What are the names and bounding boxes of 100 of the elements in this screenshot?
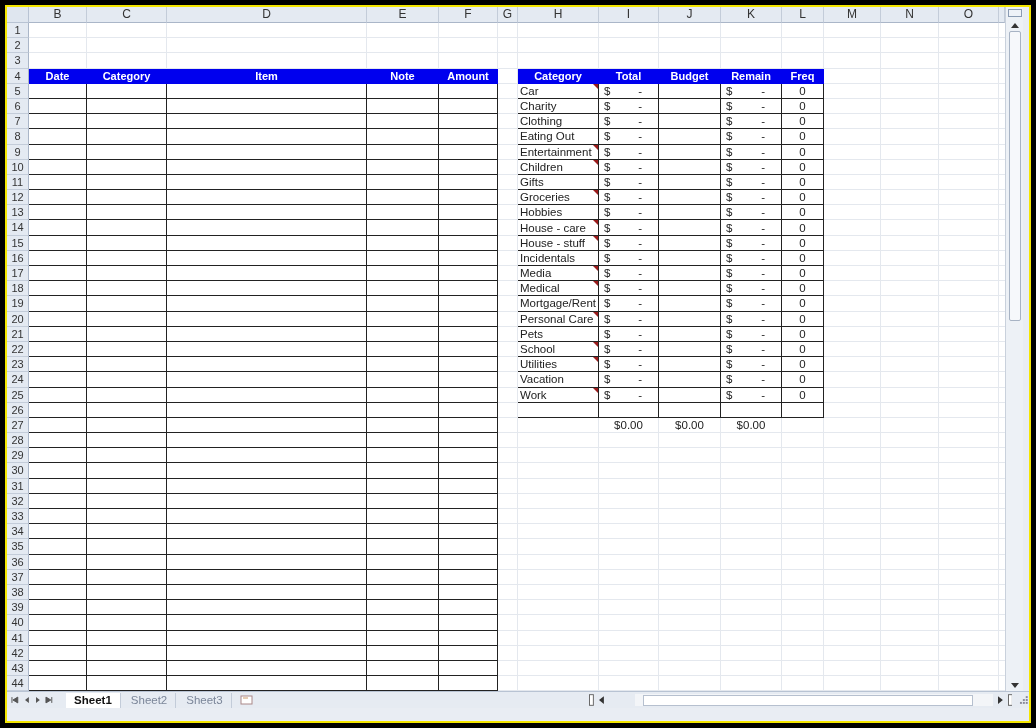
column-letter[interactable]: J: [659, 7, 721, 23]
category-name: Pets: [520, 326, 543, 341]
split-handle-icon[interactable]: [1007, 694, 1013, 707]
cell-value: -: [638, 84, 642, 97]
next-sheet-icon[interactable]: [34, 696, 41, 705]
first-sheet-icon[interactable]: [11, 696, 19, 705]
total-value: $0.00: [659, 417, 721, 434]
cell-value: -: [761, 312, 765, 325]
cell-value: -: [638, 312, 642, 325]
currency-symbol: $: [726, 327, 733, 340]
currency-symbol: $: [604, 267, 611, 280]
currency-symbol: $: [726, 175, 733, 188]
column-letter[interactable]: N: [881, 7, 939, 23]
select-all-corner[interactable]: [7, 7, 29, 23]
column-letter[interactable]: E: [367, 7, 439, 23]
split-box-icon[interactable]: [1007, 9, 1022, 17]
currency-symbol: $: [726, 221, 733, 234]
category-name: Gifts: [520, 174, 544, 189]
currency-symbol: $: [726, 115, 733, 128]
row-number[interactable]: 17: [7, 266, 29, 282]
table-cell: 0: [782, 114, 824, 130]
row-number[interactable]: 24: [7, 372, 29, 388]
currency-symbol: $: [726, 84, 733, 97]
row-number[interactable]: 28: [7, 433, 29, 449]
table-cell: 0: [782, 266, 824, 282]
insert-sheet-icon[interactable]: [239, 695, 254, 706]
last-sheet-icon[interactable]: [45, 696, 54, 705]
currency-symbol: $: [726, 206, 733, 219]
scroll-up-arrow-icon[interactable]: [1010, 23, 1019, 28]
row-number[interactable]: 19: [7, 296, 29, 312]
column-letter[interactable]: G: [498, 7, 518, 23]
column-letter[interactable]: C: [87, 7, 167, 23]
column-letter[interactable]: M: [824, 7, 881, 23]
category-name: Work: [520, 387, 547, 402]
cell-value: -: [761, 145, 765, 158]
column-letter[interactable]: F: [439, 7, 498, 23]
cell-value: -: [761, 251, 765, 264]
cell-value: -: [638, 297, 642, 310]
row-number[interactable]: 23: [7, 357, 29, 373]
row-number[interactable]: 13: [7, 205, 29, 221]
scroll-right-arrow-icon[interactable]: [997, 696, 1003, 705]
category-name: Groceries: [520, 190, 570, 205]
row-number[interactable]: 34: [7, 524, 29, 540]
category-name: Eating Out: [520, 129, 575, 144]
row-number[interactable]: 44: [7, 676, 29, 692]
row-number[interactable]: 33: [7, 509, 29, 525]
column-letter[interactable]: L: [782, 7, 824, 23]
row-number[interactable]: 14: [7, 220, 29, 236]
table-cell: 0: [782, 174, 824, 191]
currency-symbol: $: [604, 84, 611, 97]
currency-symbol: $: [604, 236, 611, 249]
row-number[interactable]: 1: [7, 23, 29, 39]
row-number[interactable]: 3: [7, 53, 29, 69]
table-cell: 0: [782, 144, 824, 160]
category-name: Charity: [520, 99, 557, 114]
scrollbar-thumb[interactable]: [1008, 31, 1021, 321]
column-letter[interactable]: D: [167, 7, 367, 23]
row-number[interactable]: 29: [7, 448, 29, 464]
column-letter[interactable]: O: [939, 7, 999, 23]
currency-symbol: $: [604, 343, 611, 356]
currency-symbol: $: [604, 388, 611, 401]
row-number[interactable]: 35: [7, 539, 29, 555]
column-letter[interactable]: H: [518, 7, 599, 23]
row-number[interactable]: 2: [7, 38, 29, 54]
cell-value: -: [638, 221, 642, 234]
row-number[interactable]: 18: [7, 281, 29, 297]
currency-symbol: $: [726, 373, 733, 386]
row-number[interactable]: 12: [7, 190, 29, 206]
split-handle-icon[interactable]: [588, 694, 594, 707]
currency-symbol: $: [604, 251, 611, 264]
category-name: Entertainment: [520, 144, 592, 159]
row-number[interactable]: 40: [7, 615, 29, 631]
cell-value: -: [761, 160, 765, 173]
table-cell: 0: [782, 326, 824, 342]
previous-sheet-icon[interactable]: [23, 696, 30, 705]
row-number[interactable]: 7: [7, 114, 29, 130]
currency-symbol: $: [604, 373, 611, 386]
cell-value: -: [761, 130, 765, 143]
category-name: Personal Care: [520, 311, 594, 326]
currency-symbol: $: [726, 191, 733, 204]
cell-value: -: [761, 327, 765, 340]
column-letter[interactable]: K: [721, 7, 782, 23]
row-number[interactable]: 30: [7, 463, 29, 479]
column-letter[interactable]: B: [29, 7, 87, 23]
scroll-down-arrow-icon[interactable]: [1010, 683, 1019, 689]
sheet-tab[interactable]: Sheet1: [66, 692, 121, 708]
row-number[interactable]: 8: [7, 129, 29, 145]
currency-symbol: $: [726, 130, 733, 143]
scroll-left-arrow-icon[interactable]: [598, 696, 604, 705]
cell-value: -: [638, 175, 642, 188]
cell-value: -: [638, 206, 642, 219]
column-letter[interactable]: I: [599, 7, 659, 23]
row-number[interactable]: 39: [7, 600, 29, 616]
table-cell: 0: [782, 311, 824, 327]
vertical-scrollbar[interactable]: [1005, 7, 1023, 692]
cell-value: -: [761, 221, 765, 234]
category-name: Children: [520, 159, 563, 174]
column-header-stub[interactable]: [999, 7, 1005, 23]
currency-symbol: $: [726, 343, 733, 356]
cell-value: -: [638, 267, 642, 280]
